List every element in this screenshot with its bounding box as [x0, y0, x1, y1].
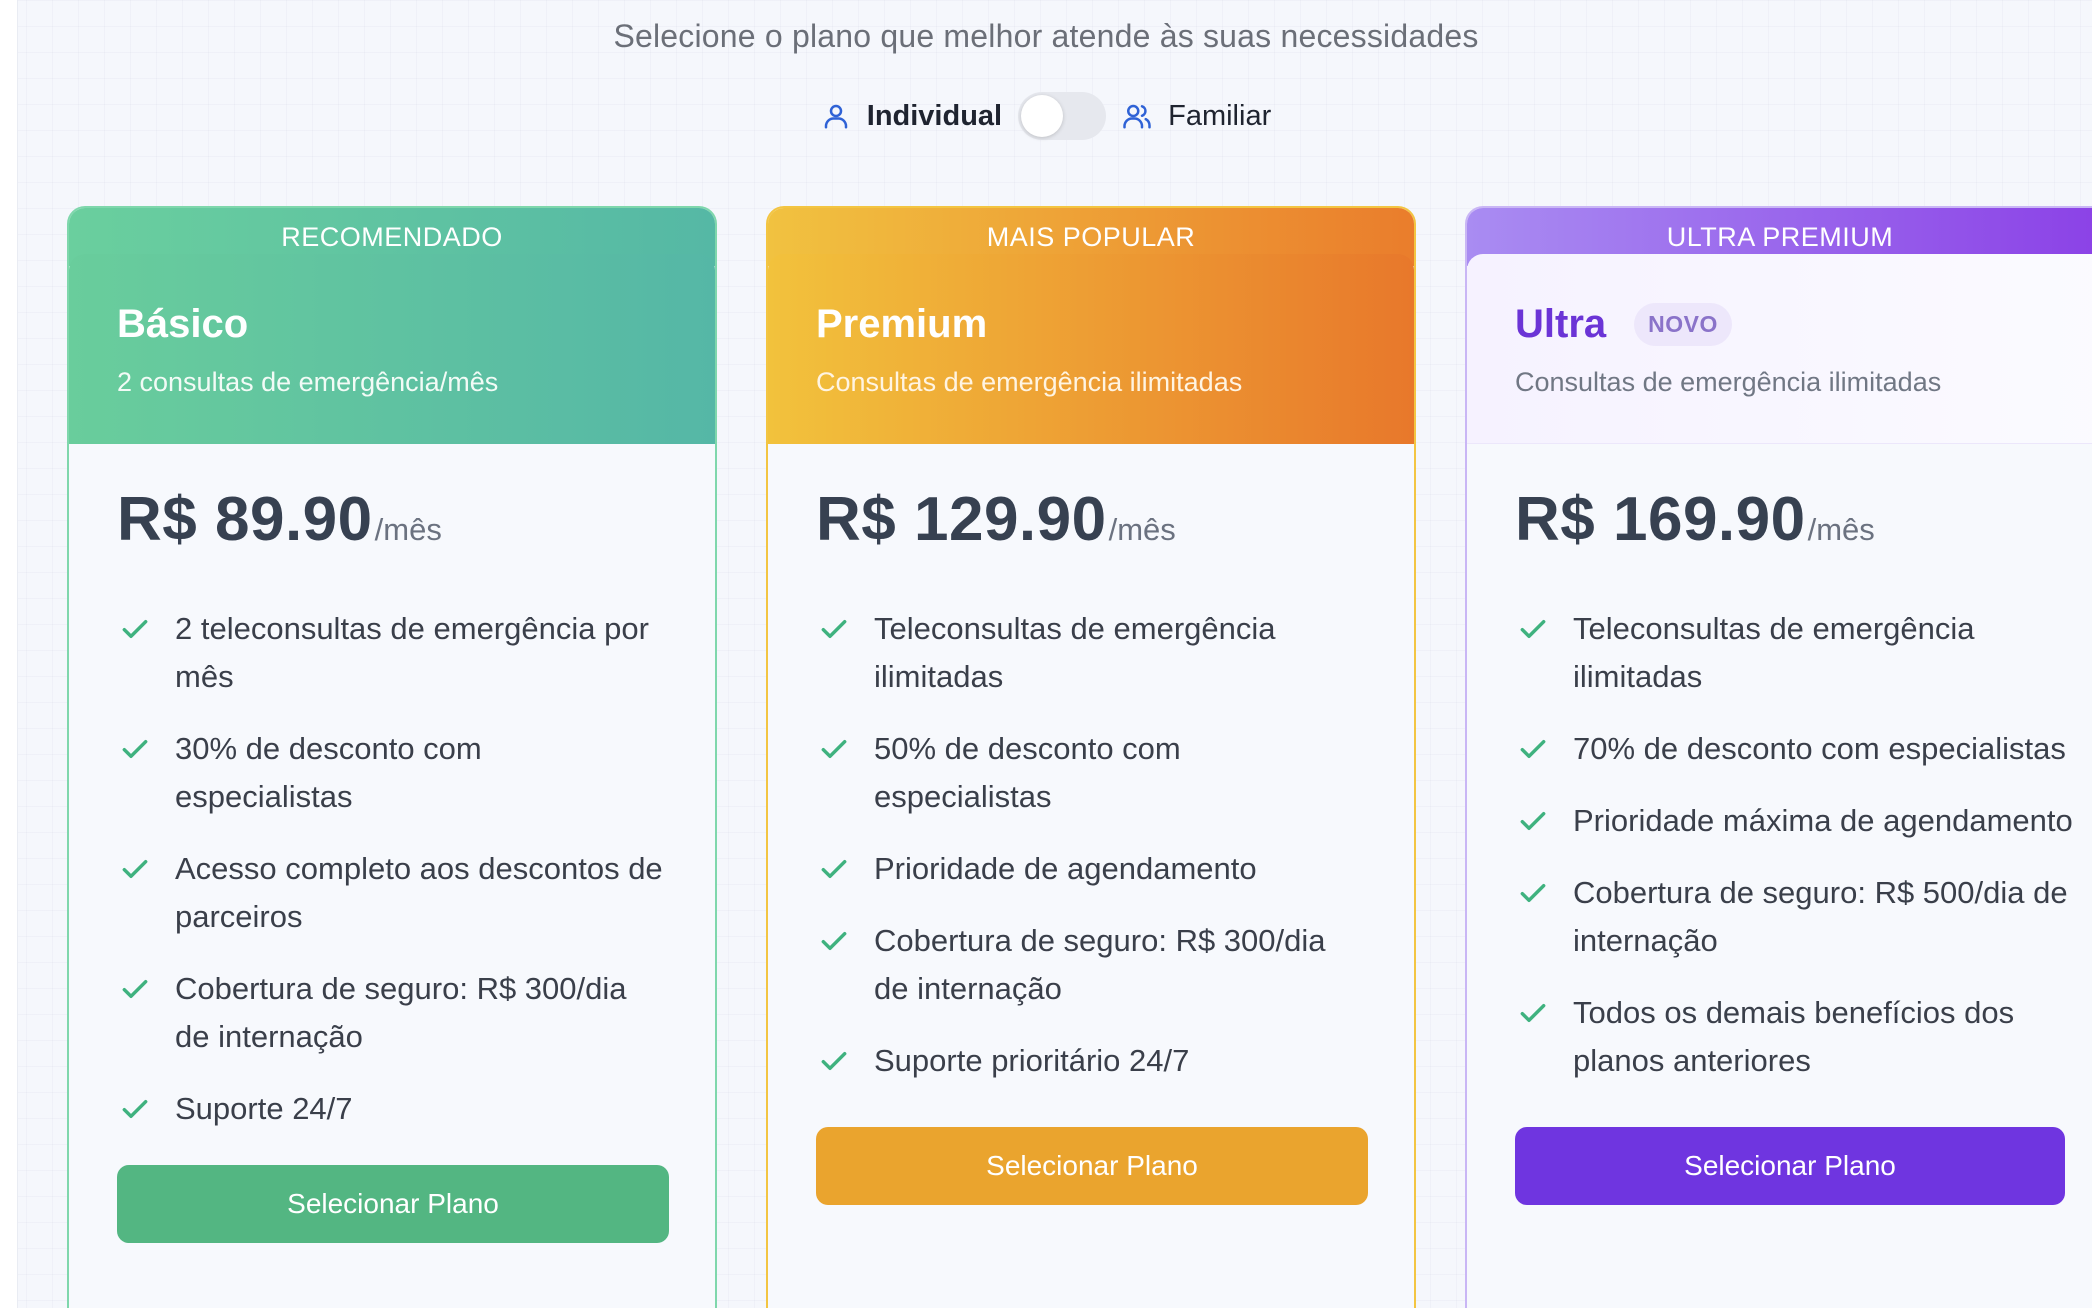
- feature-item: 2 teleconsultas de emergência por mês: [117, 605, 667, 701]
- plan-price: R$ 129.90 /mês: [816, 484, 1366, 555]
- feature-list: Teleconsultas de emergência ilimitadas 7…: [1515, 605, 2075, 1085]
- feature-item: Prioridade máxima de agendamento: [1515, 797, 2075, 845]
- select-plan-button-basico[interactable]: Selecionar Plano: [117, 1165, 669, 1243]
- feature-item: Teleconsultas de emergência ilimitadas: [816, 605, 1366, 701]
- plan-card-premium: MAIS POPULAR Premium Consultas de emergê…: [766, 206, 1416, 1308]
- check-icon: [821, 739, 847, 759]
- check-icon: [821, 931, 847, 951]
- feature-item: 50% de desconto com especialistas: [816, 725, 1366, 821]
- price-amount: R$ 89.90: [117, 485, 373, 554]
- plan-price: R$ 169.90 /mês: [1515, 484, 2075, 555]
- plan-description: 2 consultas de emergência/mês: [117, 367, 499, 397]
- check-icon: [1520, 1003, 1546, 1023]
- price-amount: R$ 169.90: [1515, 485, 1806, 554]
- toggle-option-familiar[interactable]: Familiar: [1122, 100, 1271, 133]
- price-amount: R$ 129.90: [816, 485, 1107, 554]
- select-plan-button-premium[interactable]: Selecionar Plano: [816, 1127, 1368, 1205]
- check-icon: [122, 859, 148, 879]
- feature-item: Cobertura de seguro: R$ 500/dia de inter…: [1515, 869, 2075, 965]
- plan-type-toggle: Individual Familiar: [0, 92, 2092, 140]
- check-icon: [122, 979, 148, 999]
- check-icon: [1520, 619, 1546, 639]
- feature-item: Suporte 24/7: [117, 1085, 667, 1133]
- new-badge: NOVO: [1634, 303, 1732, 346]
- check-icon: [1520, 811, 1546, 831]
- plan-name: Ultra: [1515, 302, 1607, 346]
- plan-price: R$ 89.90 /mês: [117, 484, 667, 555]
- plan-card-ultra: ULTRA PREMIUM Ultra NOVO Consultas de em…: [1465, 206, 2092, 1308]
- feature-item: Teleconsultas de emergência ilimitadas: [1515, 605, 2075, 701]
- feature-item: Prioridade de agendamento: [816, 845, 1366, 893]
- feature-item: Cobertura de seguro: R$ 300/dia de inter…: [117, 965, 667, 1061]
- check-icon: [821, 1051, 847, 1071]
- toggle-option-individual[interactable]: Individual: [821, 100, 1002, 133]
- feature-item: 30% de desconto com especialistas: [117, 725, 667, 821]
- plan-description: Consultas de emergência ilimitadas: [816, 367, 1243, 397]
- select-plan-button-ultra[interactable]: Selecionar Plano: [1515, 1127, 2065, 1205]
- price-period: /mês: [374, 512, 442, 547]
- feature-item: Suporte prioritário 24/7: [816, 1037, 1366, 1085]
- check-icon: [821, 859, 847, 879]
- plan-header: Premium Consultas de emergência ilimitad…: [768, 254, 1414, 444]
- check-icon: [1520, 739, 1546, 759]
- plan-card-basico: RECOMENDADO Básico 2 consultas de emergê…: [67, 206, 717, 1308]
- price-period: /mês: [1108, 512, 1176, 547]
- users-icon: [1123, 104, 1151, 129]
- price-period: /mês: [1807, 512, 1875, 547]
- check-icon: [122, 739, 148, 759]
- check-icon: [1520, 883, 1546, 903]
- toggle-label-familiar: Familiar: [1168, 99, 1272, 132]
- user-icon: [824, 104, 848, 129]
- feature-item: Acesso completo aos descontos de parceir…: [117, 845, 667, 941]
- plan-name: Básico: [117, 302, 249, 346]
- plan-description: Consultas de emergência ilimitadas: [1515, 367, 1942, 397]
- feature-item: Cobertura de seguro: R$ 300/dia de inter…: [816, 917, 1366, 1013]
- plan-header: Ultra NOVO Consultas de emergência ilimi…: [1467, 254, 2092, 444]
- page-subtitle: Selecione o plano que melhor atende às s…: [613, 18, 1479, 54]
- check-icon: [821, 619, 847, 639]
- toggle-label-individual: Individual: [866, 99, 1003, 132]
- feature-list: 2 teleconsultas de emergência por mês 30…: [117, 605, 667, 1133]
- sidebar-edge: [0, 0, 18, 1308]
- plan-type-switch[interactable]: [1018, 92, 1107, 140]
- check-icon: [122, 1099, 148, 1119]
- feature-list: Teleconsultas de emergência ilimitadas 5…: [816, 605, 1366, 1085]
- switch-knob: [1021, 95, 1064, 137]
- feature-item: 70% de desconto com especialistas: [1515, 725, 2075, 773]
- feature-item: Todos os demais benefícios dos planos an…: [1515, 989, 2075, 1085]
- plan-header: Básico 2 consultas de emergência/mês: [69, 254, 715, 444]
- check-icon: [122, 619, 148, 639]
- plan-name: Premium: [816, 302, 988, 346]
